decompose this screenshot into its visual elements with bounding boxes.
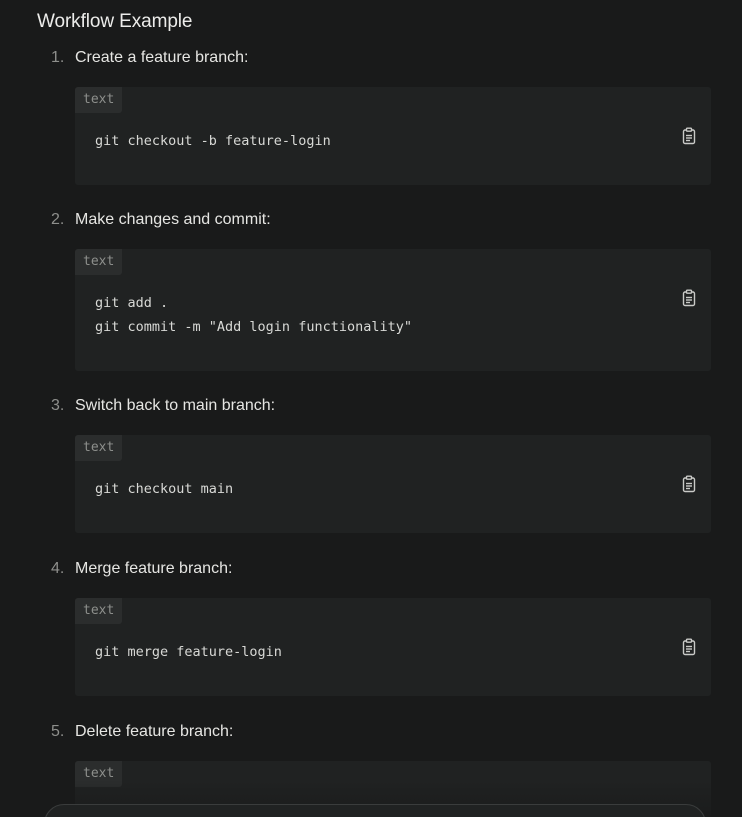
code-language-tag: text (75, 249, 123, 275)
copy-code-button[interactable] (681, 475, 697, 493)
code-language-tag: text (75, 435, 123, 461)
step-number: 4. (51, 560, 65, 577)
step-number: 1. (51, 49, 65, 66)
code-content[interactable]: git merge feature-login (95, 640, 282, 664)
step-label: 4. Merge feature branch: (51, 559, 232, 579)
message-input-bar[interactable] (44, 804, 706, 817)
code-block: text git add . git commit -m "Add login … (75, 249, 711, 371)
step-number: 2. (51, 211, 65, 228)
copy-code-button[interactable] (681, 638, 697, 656)
clipboard-icon (682, 289, 696, 307)
step-text: Switch back to main branch: (75, 397, 276, 414)
code-language-tag: text (75, 761, 123, 787)
code-block: text git merge feature-login (75, 598, 711, 696)
step-label: 1. Create a feature branch: (51, 48, 248, 68)
step-number: 5. (51, 723, 65, 740)
code-content[interactable]: git checkout -b feature-login (95, 129, 331, 153)
code-content[interactable]: git checkout main (95, 477, 233, 501)
clipboard-icon (682, 638, 696, 656)
step-text: Make changes and commit: (75, 211, 271, 228)
copy-code-button[interactable] (681, 127, 697, 145)
code-block: text git checkout main (75, 435, 711, 533)
step-text: Merge feature branch: (75, 560, 233, 577)
code-content[interactable]: git add . git commit -m "Add login funct… (95, 291, 412, 339)
code-block: text git checkout -b feature-login (75, 87, 711, 185)
step-number: 3. (51, 397, 65, 414)
code-language-tag: text (75, 598, 123, 624)
section-heading: Workflow Example (37, 11, 193, 32)
step-text: Create a feature branch: (75, 49, 249, 66)
code-language-tag: text (75, 87, 123, 113)
step-label: 5. Delete feature branch: (51, 722, 233, 742)
copy-code-button[interactable] (681, 289, 697, 307)
step-text: Delete feature branch: (75, 723, 234, 740)
chat-response-page: Workflow Example 1. Create a feature bran… (0, 0, 742, 817)
clipboard-icon (682, 475, 696, 493)
step-label: 2. Make changes and commit: (51, 210, 271, 230)
clipboard-icon (682, 127, 696, 145)
step-label: 3. Switch back to main branch: (51, 396, 275, 416)
